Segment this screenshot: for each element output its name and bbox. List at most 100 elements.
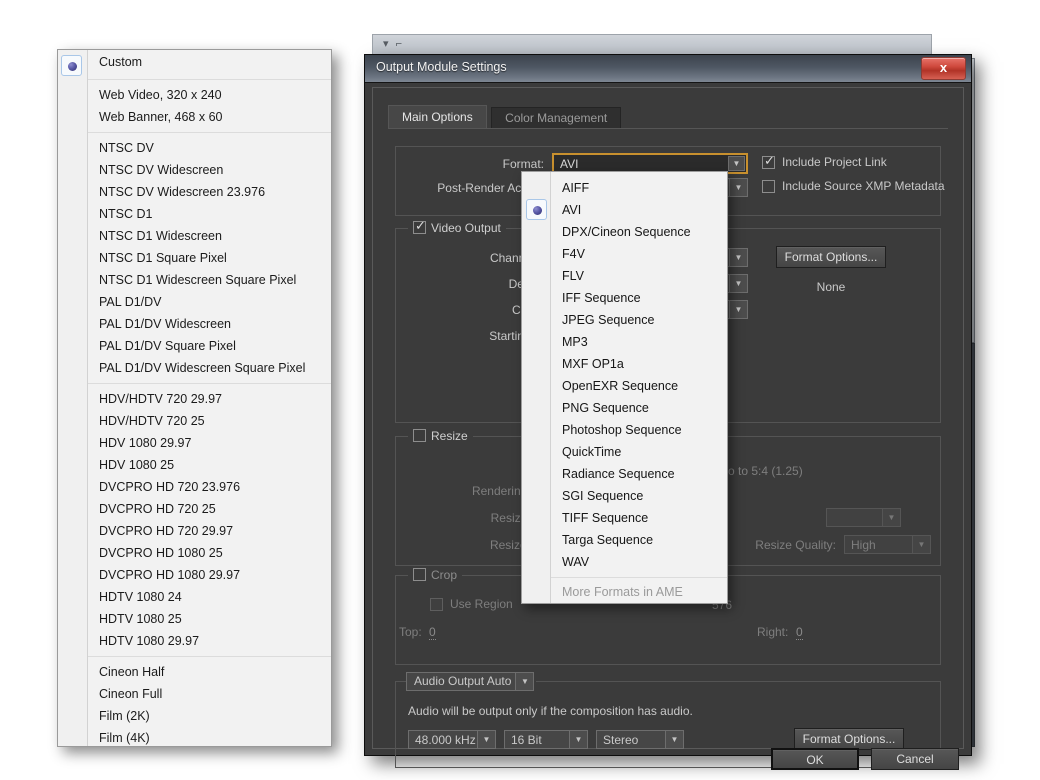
preset-menu-item[interactable]: Cineon Full [88,683,331,705]
preset-menu-item[interactable]: Web Video, 320 x 240 [88,84,331,106]
preset-menu-item[interactable]: DVCPRO HD 720 25 [88,498,331,520]
format-menu-item[interactable]: Photoshop Sequence [551,419,727,441]
format-menu-item[interactable]: OpenEXR Sequence [551,375,727,397]
format-menu-item[interactable]: JPEG Sequence [551,309,727,331]
format-menu-item[interactable]: FLV [551,265,727,287]
audio-channels-value: Stereo [603,733,639,747]
preset-menu-item[interactable]: Cineon Half [88,661,331,683]
video-format-options-value: None [816,280,846,294]
preset-menu-item[interactable]: HDV/HDTV 720 25 [88,410,331,432]
tab-color-management[interactable]: Color Management [491,107,622,129]
chevron-down-icon: ▼ [882,509,900,526]
preset-menu-item[interactable]: Film (2K) [88,705,331,727]
crop-top-value[interactable]: 0 [429,625,436,640]
check-icon: ✓ [764,153,775,168]
format-menu-item[interactable]: F4V [551,243,727,265]
preset-menu-item[interactable]: PAL D1/DV Widescreen Square Pixel [88,357,331,379]
format-menu-item[interactable]: AIFF [551,177,727,199]
preset-menu-item[interactable]: NTSC D1 [88,203,331,225]
preset-menu-item[interactable]: PAL D1/DV Widescreen [88,313,331,335]
tab-main-options[interactable]: Main Options [388,105,487,129]
cancel-button[interactable]: Cancel [871,748,959,770]
format-menu-item[interactable]: AVI [551,199,727,221]
preset-menu-item[interactable]: PAL D1/DV [88,291,331,313]
resize-quality-dropdown[interactable]: High ▼ [844,535,931,554]
render-settings-preset-menu[interactable]: Custom Web Video, 320 x 240 Web Banner, 46… [57,49,332,747]
preset-menu-item[interactable]: NTSC DV [88,137,331,159]
format-menu-item[interactable]: MP3 [551,331,727,353]
crop-right-value[interactable]: 0 [796,625,803,640]
preset-selected-radio[interactable] [61,55,82,76]
audio-sample-rate-value: 48.000 kHz [415,733,476,747]
preset-menu-item[interactable]: DVCPRO HD 1080 29.97 [88,564,331,586]
crop-checkbox[interactable] [413,568,426,581]
audio-format-options-button[interactable]: Format Options... [794,728,904,750]
radio-sphere-icon [68,62,77,71]
audio-output-dropdown[interactable]: Audio Output Auto ▼ [406,672,535,691]
crop-top-label: Top: [399,625,422,639]
chevron-down-icon: ▼ [728,156,745,171]
format-menu-item[interactable]: PNG Sequence [551,397,727,419]
resize-preset-dropdown[interactable]: ▼ [826,508,901,527]
preset-menu-item[interactable]: PAL D1/DV Square Pixel [88,335,331,357]
format-dropdown-menu[interactable]: AIFF AVI DPX/Cineon Sequence F4V FLV IFF Sequ… [521,171,728,604]
format-menu-item[interactable]: Targa Sequence [551,529,727,551]
close-icon[interactable]: x [921,57,966,80]
preset-menu-separator [88,656,331,657]
chevron-down-icon: ▼ [729,301,747,318]
chevron-down-icon: ▼ [729,179,747,196]
use-region-of-interest-checkbox[interactable] [430,598,443,611]
chevron-down-icon: ▼ [729,249,747,266]
preset-menu-item[interactable]: Web Banner, 468 x 60 [88,106,331,128]
dialog-titlebar[interactable]: Output Module Settings x [365,55,971,83]
preset-menu-item[interactable]: HDV/HDTV 720 29.97 [88,388,331,410]
audio-sample-rate-dropdown[interactable]: 48.000 kHz ▼ [408,730,496,749]
include-xmp-metadata-label: Include Source XMP Metadata [782,179,945,193]
preset-menu-item[interactable]: DVCPRO HD 720 29.97 [88,520,331,542]
format-menu-item[interactable]: TIFF Sequence [551,507,727,529]
chevron-down-icon: ▼ [569,731,587,748]
preset-menu-separator [88,383,331,384]
preset-menu-separator [88,79,331,80]
audio-bit-depth-dropdown[interactable]: 16 Bit ▼ [504,730,588,749]
resize-checkbox[interactable] [413,429,426,442]
format-menu-item[interactable]: MXF OP1a [551,353,727,375]
format-label: Format: [502,157,544,171]
format-menu-gutter [522,172,550,603]
format-selected-radio[interactable] [526,199,547,220]
preset-menu-item[interactable]: HDTV 1080 24 [88,586,331,608]
chevron-down-icon: ▼ [515,673,534,690]
lock-aspect-ratio-label: o to 5:4 (1.25) [728,464,803,478]
include-project-link-checkbox[interactable]: ✓ [762,153,775,169]
ok-button[interactable]: OK [771,748,859,770]
preset-menu-item[interactable]: NTSC D1 Square Pixel [88,247,331,269]
dialog-tabs: Main Options Color Management [388,105,622,129]
include-xmp-metadata-checkbox[interactable] [762,180,775,193]
preset-menu-item[interactable]: HDTV 1080 25 [88,608,331,630]
format-menu-item[interactable]: DPX/Cineon Sequence [551,221,727,243]
preset-menu-item[interactable]: DVCPRO HD 1080 25 [88,542,331,564]
format-menu-item[interactable]: SGI Sequence [551,485,727,507]
preset-menu-item[interactable]: DVCPRO HD 720 23.976 [88,476,331,498]
format-menu-item[interactable]: IFF Sequence [551,287,727,309]
video-output-checkbox[interactable]: ✓ [413,219,426,234]
preset-menu-item[interactable]: NTSC D1 Widescreen [88,225,331,247]
preset-menu-item[interactable]: Custom [88,50,331,75]
crop-right-label: Right: [757,625,789,639]
preset-menu-item[interactable]: Film (4K) [88,727,331,746]
preset-menu-item[interactable]: NTSC DV Widescreen 23.976 [88,181,331,203]
radio-sphere-icon [533,206,542,215]
preset-menu-item[interactable]: NTSC D1 Widescreen Square Pixel [88,269,331,291]
preset-menu-item[interactable]: HDV 1080 29.97 [88,432,331,454]
preset-menu-item[interactable]: HDV 1080 25 [88,454,331,476]
preset-menu-item[interactable]: HDTV 1080 29.97 [88,630,331,652]
format-menu-list: AIFF AVI DPX/Cineon Sequence F4V FLV IFF Sequ… [550,172,727,603]
chevron-down-icon: ▼ [665,731,683,748]
audio-channels-dropdown[interactable]: Stereo ▼ [596,730,684,749]
format-menu-item[interactable]: Radiance Sequence [551,463,727,485]
video-format-options-button[interactable]: Format Options... [776,246,886,268]
preset-menu-item[interactable]: NTSC DV Widescreen [88,159,331,181]
format-menu-item[interactable]: QuickTime [551,441,727,463]
video-output-label: Video Output [431,221,501,235]
format-menu-item[interactable]: WAV [551,551,727,573]
